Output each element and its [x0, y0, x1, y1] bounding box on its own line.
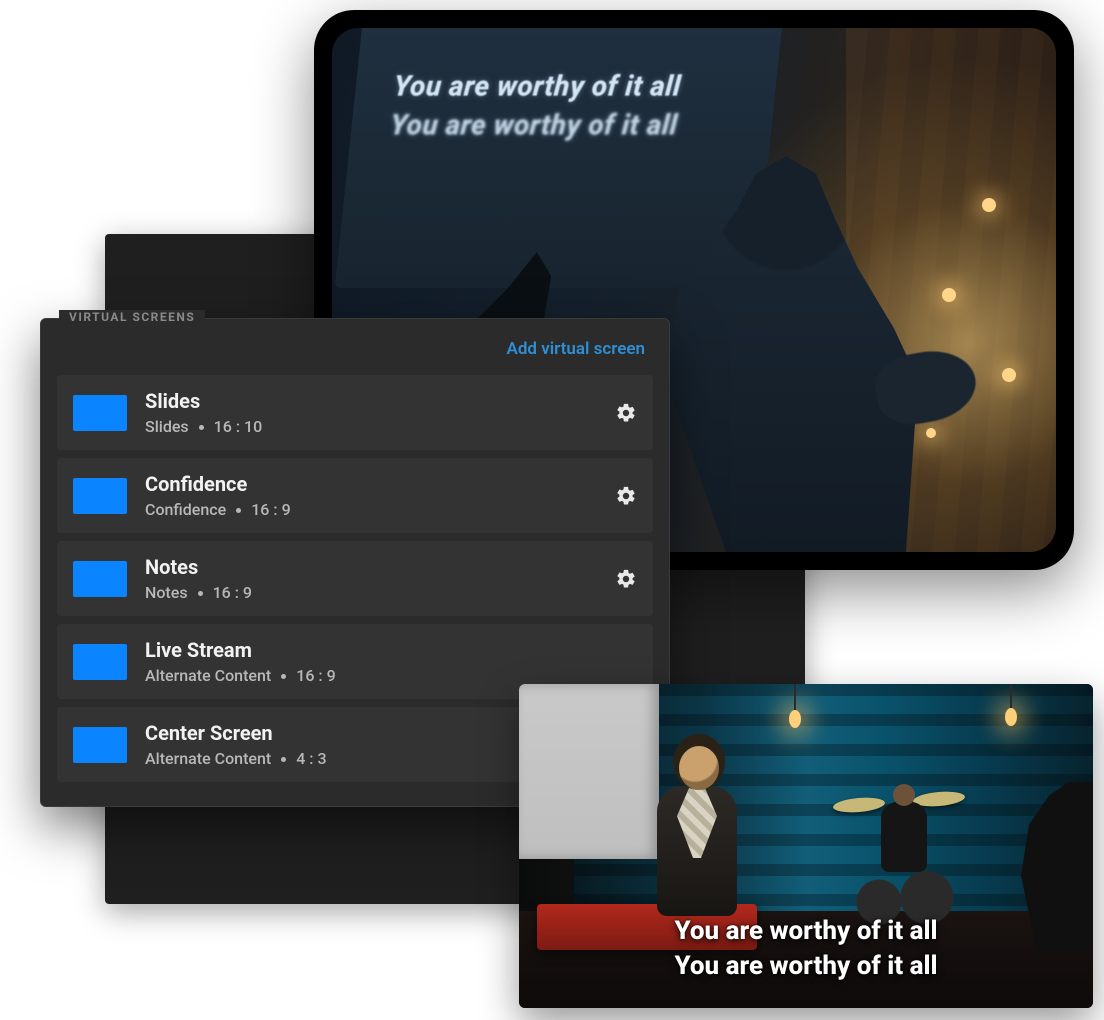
row-text: Live Stream Alternate Content 16 : 9 — [145, 638, 637, 685]
screen-layout: Confidence — [145, 500, 226, 519]
virtual-screen-row[interactable]: Notes Notes 16 : 9 — [57, 541, 653, 616]
screen-thumbnail — [73, 561, 127, 597]
lyric-line-2: You are worthy of it all — [389, 106, 680, 145]
virtual-screen-row[interactable]: Slides Slides 16 : 10 — [57, 375, 653, 450]
row-text: Confidence Confidence 16 : 9 — [145, 472, 597, 519]
projected-lyrics: You are worthy of it all You are worthy … — [389, 67, 683, 144]
screen-layout: Notes — [145, 583, 188, 602]
screen-aspect: 16 : 10 — [214, 417, 263, 436]
separator-dot — [236, 508, 241, 513]
screen-name: Notes — [145, 555, 597, 579]
gear-icon[interactable] — [615, 485, 637, 507]
virtual-screen-row[interactable]: Confidence Confidence 16 : 9 — [57, 458, 653, 533]
hanging-bulb — [789, 710, 801, 728]
screen-layout: Slides — [145, 417, 189, 436]
stage-photo: You are worthy of it all You are worthy … — [519, 684, 1093, 1008]
screen-thumbnail — [73, 395, 127, 431]
row-text: Notes Notes 16 : 9 — [145, 555, 597, 602]
screen-layout: Alternate Content — [145, 749, 271, 768]
light-dot — [926, 428, 936, 438]
row-text: Slides Slides 16 : 10 — [145, 389, 597, 436]
hanging-bulb — [1005, 708, 1017, 726]
screen-thumbnail — [73, 644, 127, 680]
gear-icon[interactable] — [615, 568, 637, 590]
light-dot — [1002, 368, 1016, 382]
screen-thumbnail — [73, 727, 127, 763]
separator-dot — [281, 757, 286, 762]
screen-subtitle: Slides 16 : 10 — [145, 417, 597, 436]
light-dot — [982, 198, 996, 212]
add-virtual-screen-link[interactable]: Add virtual screen — [57, 333, 653, 375]
screen-name: Slides — [145, 389, 597, 413]
screen-subtitle: Notes 16 : 9 — [145, 583, 597, 602]
separator-dot — [199, 425, 204, 430]
gear-icon[interactable] — [615, 402, 637, 424]
drummer — [833, 788, 973, 938]
side-projector-panel — [519, 684, 659, 859]
lyric-line-1: You are worthy of it all — [392, 67, 683, 106]
separator-dot — [281, 674, 286, 679]
screen-thumbnail — [73, 478, 127, 514]
screen-aspect: 16 : 9 — [251, 500, 290, 519]
screen-name: Live Stream — [145, 638, 637, 662]
panel-title: VIRTUAL SCREENS — [59, 310, 205, 324]
screen-subtitle: Alternate Content 16 : 9 — [145, 666, 637, 685]
screen-subtitle: Confidence 16 : 9 — [145, 500, 597, 519]
light-dot — [942, 288, 956, 302]
separator-dot — [198, 591, 203, 596]
screen-name: Confidence — [145, 472, 597, 496]
screen-aspect: 16 : 9 — [296, 666, 335, 685]
screen-aspect: 16 : 9 — [213, 583, 252, 602]
screen-aspect: 4 : 3 — [296, 749, 326, 768]
screen-layout: Alternate Content — [145, 666, 271, 685]
singer — [649, 746, 745, 916]
